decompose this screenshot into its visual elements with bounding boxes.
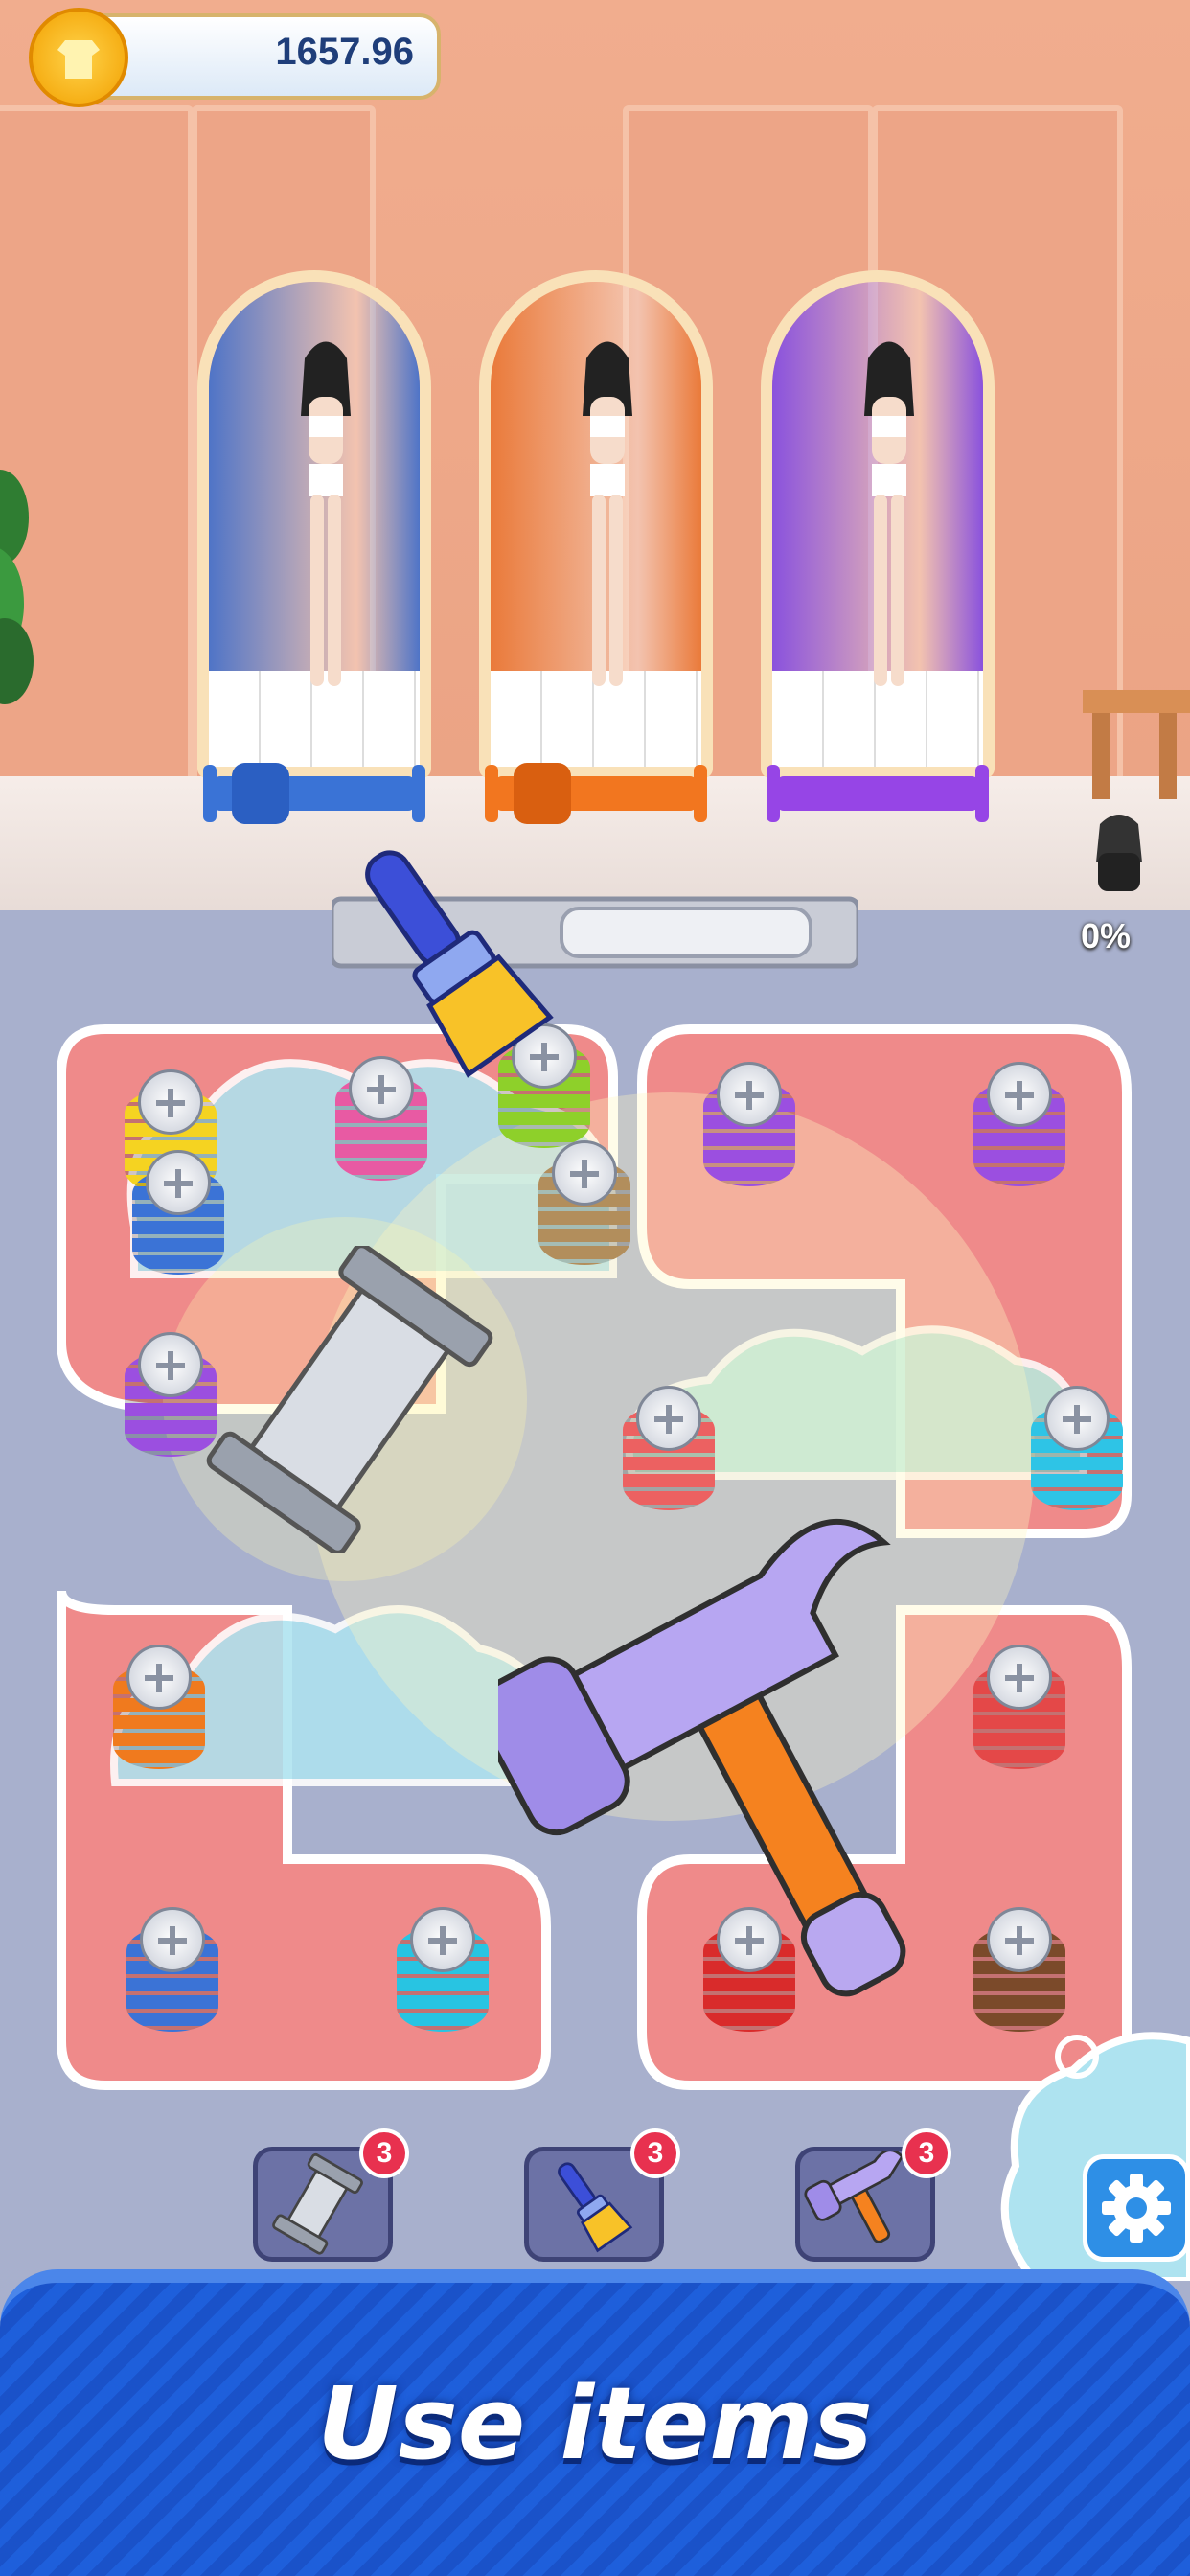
item-button-hammer[interactable]: 3 bbox=[795, 2128, 951, 2262]
screw-purple[interactable] bbox=[703, 1062, 795, 1186]
spool-blue[interactable] bbox=[203, 759, 425, 828]
bench-icon bbox=[1083, 690, 1190, 799]
gear-icon bbox=[1102, 2174, 1171, 2242]
screw-orange[interactable] bbox=[113, 1644, 205, 1769]
model-figure bbox=[864, 341, 914, 686]
item-count-badge: 3 bbox=[359, 2128, 409, 2178]
screw-cyan[interactable] bbox=[397, 1907, 489, 2032]
banner: Use items bbox=[0, 2269, 1190, 2576]
room-background bbox=[0, 0, 1190, 910]
item-count-badge: 3 bbox=[902, 2128, 951, 2178]
brush-item-icon bbox=[365, 850, 554, 1078]
hammer-item-icon bbox=[498, 1519, 906, 1997]
coin-value: 1657.96 bbox=[275, 31, 414, 73]
progress-percent: 0% bbox=[1081, 916, 1132, 955]
spool-orange[interactable] bbox=[485, 759, 707, 828]
screw-red[interactable] bbox=[623, 1386, 715, 1510]
screw-tan[interactable] bbox=[538, 1140, 630, 1265]
model-figure bbox=[301, 341, 351, 686]
item-count-badge: 3 bbox=[630, 2128, 680, 2178]
booth-purple bbox=[761, 270, 995, 778]
booth-orange bbox=[479, 270, 713, 778]
puzzle-board bbox=[0, 850, 1190, 2128]
screw-blue[interactable] bbox=[126, 1907, 218, 2032]
item-button-spool[interactable]: 3 bbox=[253, 2128, 409, 2262]
settings-button[interactable] bbox=[1083, 2154, 1190, 2262]
plant-icon bbox=[0, 470, 34, 704]
spool-purple[interactable] bbox=[767, 759, 989, 828]
avatar-icon bbox=[1096, 815, 1142, 891]
screw-purple[interactable] bbox=[973, 1062, 1065, 1186]
item-button-brush[interactable]: 3 bbox=[524, 2128, 680, 2262]
booth-blue bbox=[197, 270, 431, 778]
screw-cyan[interactable] bbox=[1031, 1386, 1123, 1510]
model-figure bbox=[583, 341, 632, 686]
banner-text: Use items bbox=[317, 2365, 873, 2482]
coin-icon bbox=[29, 8, 128, 107]
spool-item-icon bbox=[206, 1246, 493, 1552]
